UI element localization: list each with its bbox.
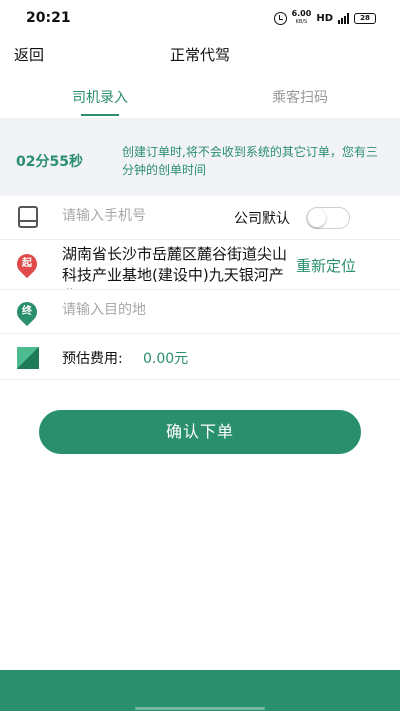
status-bar: 20:21 6.00 KB/S HD 28 [0, 0, 400, 38]
tab-bar: 司机录入 乘客扫码 [0, 74, 400, 116]
status-time: 20:21 [26, 10, 71, 26]
hd-label: HD [316, 12, 333, 24]
countdown-timer: 02分55秒 [16, 154, 83, 170]
navigation-handle[interactable] [135, 707, 265, 710]
bottom-bar [0, 670, 400, 711]
alarm-icon [273, 11, 287, 25]
start-pin-icon: 起 [12, 249, 42, 279]
fee-row: 预估费用: 0.00元 [0, 334, 400, 380]
battery-icon: 28 [354, 12, 376, 24]
company-default-label: 公司默认 [234, 211, 290, 227]
network-speed-unit: KB/S [295, 19, 308, 25]
toggle-knob [308, 209, 326, 227]
confirm-order-button[interactable]: 确认下单 [39, 410, 361, 454]
destination-row: 终 [0, 290, 400, 334]
notice-banner: 02分55秒 创建订单时,将不会收到系统的其它订单，您有三分钟的创单时间 [0, 118, 400, 196]
network-speed: 6.00 KB/S [292, 10, 312, 26]
relocate-button[interactable]: 重新定位 [296, 255, 356, 276]
phone-input[interactable] [62, 208, 222, 224]
fee-label: 预估费用: [62, 351, 123, 367]
end-marker-label: 终 [22, 306, 32, 317]
phone-row: 公司默认 [0, 196, 400, 240]
tab-driver-entry[interactable]: 司机录入 [0, 74, 200, 116]
start-marker-label: 起 [22, 258, 32, 269]
fee-icon [17, 347, 39, 369]
start-location-row: 起 湖南省长沙市岳麓区麓谷街道尖山科技产业基地(建设中)九天银河产业园 重新定位 [0, 240, 400, 290]
phone-icon [18, 206, 38, 228]
title-bar: 返回 正常代驾 [0, 38, 400, 70]
company-default-toggle[interactable] [306, 207, 350, 229]
end-pin-icon: 终 [12, 297, 42, 327]
start-address[interactable]: 湖南省长沙市岳麓区麓谷街道尖山科技产业基地(建设中)九天银河产业园 [62, 244, 290, 289]
fee-value: 0.00元 [143, 351, 189, 367]
network-speed-value: 6.00 [291, 9, 312, 18]
notice-message: 创建订单时,将不会收到系统的其它订单，您有三分钟的创单时间 [122, 145, 378, 177]
page-title: 正常代驾 [169, 46, 230, 64]
tab-passenger-scan[interactable]: 乘客扫码 [200, 74, 400, 116]
signal-icon [338, 12, 349, 24]
destination-input[interactable] [62, 302, 362, 318]
status-indicators: 6.00 KB/S HD 28 [273, 10, 376, 26]
